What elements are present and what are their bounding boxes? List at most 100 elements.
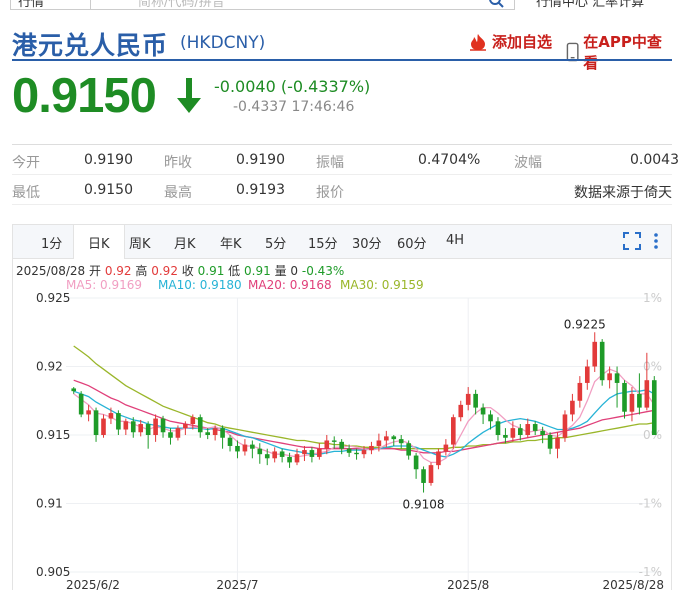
- open-in-app-button[interactable]: 在APP中查看: [566, 31, 672, 73]
- tab-30min[interactable]: 30分: [352, 233, 382, 252]
- candle-body: [235, 445, 240, 452]
- low-value: 0.9150: [84, 182, 133, 198]
- candle-body: [488, 414, 493, 422]
- candle-body: [317, 448, 322, 457]
- candle-body: [242, 444, 248, 452]
- candle-body: [391, 436, 397, 440]
- candle-body: [629, 393, 635, 412]
- candle-body: [503, 435, 508, 438]
- x-tick-label: 2025/8/28: [602, 578, 664, 590]
- candle-body: [264, 454, 270, 459]
- pct-tick-label: -1%: [639, 565, 662, 579]
- candle-body: [406, 443, 411, 456]
- info-open: 0.92: [104, 264, 132, 278]
- candle-body: [294, 454, 300, 463]
- candle-body: [376, 440, 382, 446]
- x-tick-label: 2025/8: [447, 578, 489, 590]
- add-favorite-button[interactable]: 添加自选: [468, 31, 552, 52]
- tab-month-k[interactable]: 月K: [174, 233, 196, 252]
- tab-1min[interactable]: 1分: [41, 233, 62, 252]
- tab-5min[interactable]: 5分: [265, 233, 286, 252]
- candle-body: [86, 410, 91, 415]
- candle-body: [93, 410, 99, 435]
- candle-body: [168, 432, 173, 438]
- fire-icon: [470, 33, 486, 51]
- category-divider: [90, 0, 91, 10]
- candle-body: [562, 414, 568, 438]
- candle-body: [354, 452, 359, 455]
- stats-table: 今开 0.9190 昨收 0.9190 振幅 0.4704% 波幅 0.0043…: [12, 144, 679, 205]
- category-select[interactable]: 行情: [18, 0, 44, 10]
- y-tick-label: 0.925: [36, 291, 70, 305]
- more-options-icon[interactable]: [653, 231, 659, 255]
- info-high-label: 高: [135, 264, 148, 278]
- candle-body: [257, 448, 263, 455]
- low-annotation: 0.9108: [403, 498, 445, 512]
- tab-week-k[interactable]: 周K: [129, 233, 151, 252]
- y-tick-label: 0.91: [36, 497, 63, 511]
- candle-body: [227, 437, 233, 446]
- info-low: 0.91: [244, 264, 271, 278]
- candle-body: [555, 437, 560, 449]
- candle-body: [361, 450, 367, 455]
- tab-60min[interactable]: 60分: [397, 233, 427, 252]
- candle-body: [331, 440, 337, 442]
- candle-body: [480, 407, 486, 415]
- tab-15min[interactable]: 15分: [308, 233, 338, 252]
- info-high: 0.92: [151, 264, 178, 278]
- top-search-bar: 行情 简称/代码/拼音 行情中心 汇率计算: [0, 0, 682, 12]
- candle-body: [108, 413, 114, 419]
- fullscreen-icon[interactable]: [623, 232, 641, 254]
- search-icon[interactable]: [488, 0, 504, 12]
- info-close: 0.91: [197, 264, 225, 278]
- wave-label: 波幅: [514, 155, 542, 171]
- candle-body: [510, 428, 516, 438]
- candle-body: [525, 424, 531, 435]
- tab-4h[interactable]: 4H: [446, 233, 464, 248]
- candle-body: [346, 448, 352, 453]
- candle-body: [607, 373, 612, 381]
- candle-body: [436, 451, 441, 466]
- header-divider: [12, 59, 672, 61]
- candle-body: [339, 441, 344, 449]
- candle-body: [517, 428, 523, 435]
- candle-body: [324, 440, 330, 449]
- candle-body: [413, 455, 419, 470]
- candle-body: [428, 465, 434, 483]
- high-value: 0.9193: [236, 182, 285, 198]
- candle-body: [651, 380, 657, 435]
- candle-body: [458, 404, 464, 418]
- symbol-code: (HKDCNY): [180, 33, 266, 53]
- high-label: 最高: [164, 185, 192, 201]
- down-arrow-icon: [176, 78, 202, 118]
- candle-body: [309, 450, 315, 457]
- candle-body: [570, 400, 575, 415]
- x-tick-label: 2025/6/2: [66, 578, 120, 590]
- quote-label: 报价: [316, 185, 344, 201]
- candle-body: [540, 430, 545, 435]
- search-box[interactable]: [10, 0, 515, 10]
- pct-tick-label: 1%: [643, 291, 662, 305]
- candle-body: [220, 428, 225, 438]
- candle-body: [145, 424, 151, 435]
- candle-body: [584, 366, 590, 383]
- tab-year-k[interactable]: 年K: [220, 233, 242, 252]
- candle-body: [443, 444, 449, 452]
- kline-chart[interactable]: 0.9251%0.920%0.9150%0.91-1%0.905-1%2025/…: [0, 290, 682, 590]
- top-links[interactable]: 行情中心 汇率计算: [536, 0, 644, 10]
- info-close-label: 收: [181, 264, 194, 278]
- candle-body: [495, 421, 501, 435]
- candle-body: [451, 417, 456, 445]
- candle-body: [637, 393, 642, 408]
- candle-body: [287, 456, 292, 463]
- high-annotation: 0.9225: [564, 317, 606, 331]
- info-date: 2025/08/28: [16, 264, 86, 278]
- candle-body: [547, 435, 553, 449]
- tab-day-k[interactable]: 日K: [73, 225, 125, 259]
- wave-value: 0.0043: [630, 152, 679, 168]
- candle-body: [599, 341, 605, 381]
- candle-body: [71, 388, 77, 392]
- amplitude-label: 振幅: [316, 155, 344, 171]
- search-input[interactable]: 简称/代码/拼音: [138, 0, 225, 10]
- candle-body: [302, 450, 307, 455]
